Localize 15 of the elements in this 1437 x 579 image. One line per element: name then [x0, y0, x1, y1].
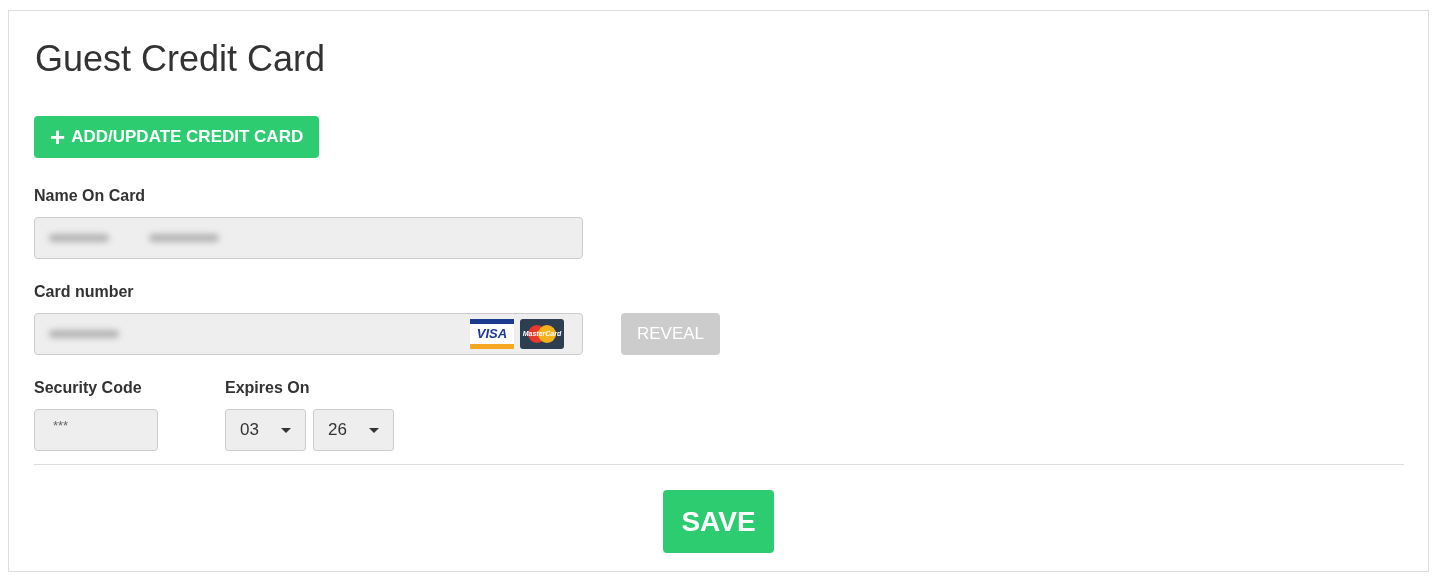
- page-title: Guest Credit Card: [35, 37, 327, 81]
- field-label: Name On Card: [34, 186, 147, 206]
- blurred-text: [49, 330, 119, 338]
- dropdown[interactable]: 03: [225, 409, 306, 451]
- dropdown[interactable]: 26: [313, 409, 394, 451]
- visa-logo: VISA: [470, 319, 514, 349]
- blurred-text: [49, 234, 109, 242]
- field-label: Card number: [34, 282, 135, 302]
- dropdown-value: 03: [240, 419, 259, 442]
- blurred-text: [149, 234, 219, 242]
- field-label: Security Code: [34, 378, 143, 398]
- dropdown-value: 26: [328, 419, 347, 442]
- caret-icon: [369, 427, 379, 433]
- caret-icon: [281, 427, 291, 433]
- field-label: Expires On: [225, 378, 311, 398]
